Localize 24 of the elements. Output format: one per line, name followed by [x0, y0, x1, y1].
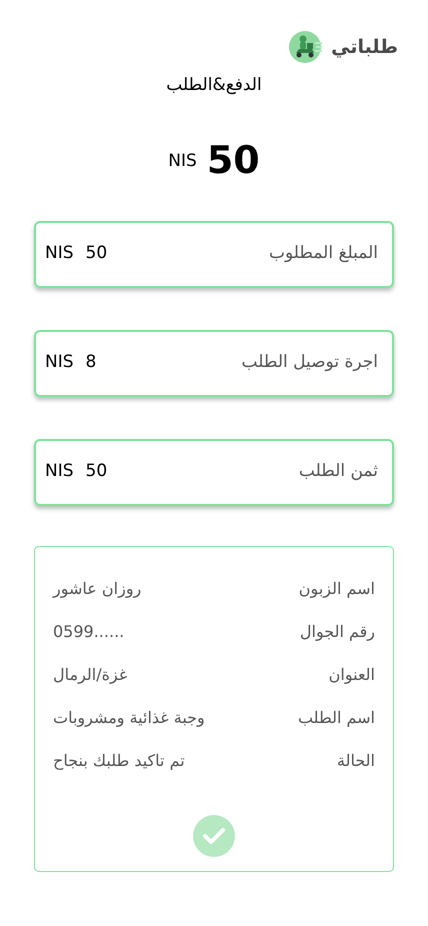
detail-value: 0599......: [53, 620, 124, 642]
scooter-icon: [289, 31, 324, 63]
brand-name: طلباتي: [331, 34, 398, 60]
price-label: اجرة توصيل الطلب: [242, 351, 378, 374]
amount-value: 50: [86, 242, 108, 266]
detail-label: العنوان: [328, 664, 375, 686]
currency-label: NIS: [168, 150, 197, 173]
detail-value: روزان عاشور: [53, 578, 142, 600]
price-label: المبلغ المطلوب: [268, 242, 378, 266]
currency-label: NIS: [45, 351, 74, 374]
detail-value: تم تاكيد طلبك بنجاح: [53, 750, 185, 772]
price-label: ثمن الطلب: [298, 460, 378, 484]
currency-label: NIS: [45, 242, 74, 266]
detail-label: اسم الطلب: [298, 706, 375, 729]
detail-value: وجبة غذائية ومشروبات: [53, 706, 205, 729]
currency-label: NIS: [45, 460, 74, 484]
page-title: الدفع&الطلب: [165, 74, 263, 97]
amount-value: 8: [86, 351, 96, 374]
amount-value: 50: [86, 460, 108, 484]
detail-label: الحالة: [337, 750, 375, 772]
detail-label: رقم الجوال: [300, 620, 375, 643]
detail-label: اسم الزبون: [298, 578, 375, 600]
detail-value: غزة/الرمال: [53, 664, 128, 686]
total-amount: 50: [206, 140, 260, 178]
